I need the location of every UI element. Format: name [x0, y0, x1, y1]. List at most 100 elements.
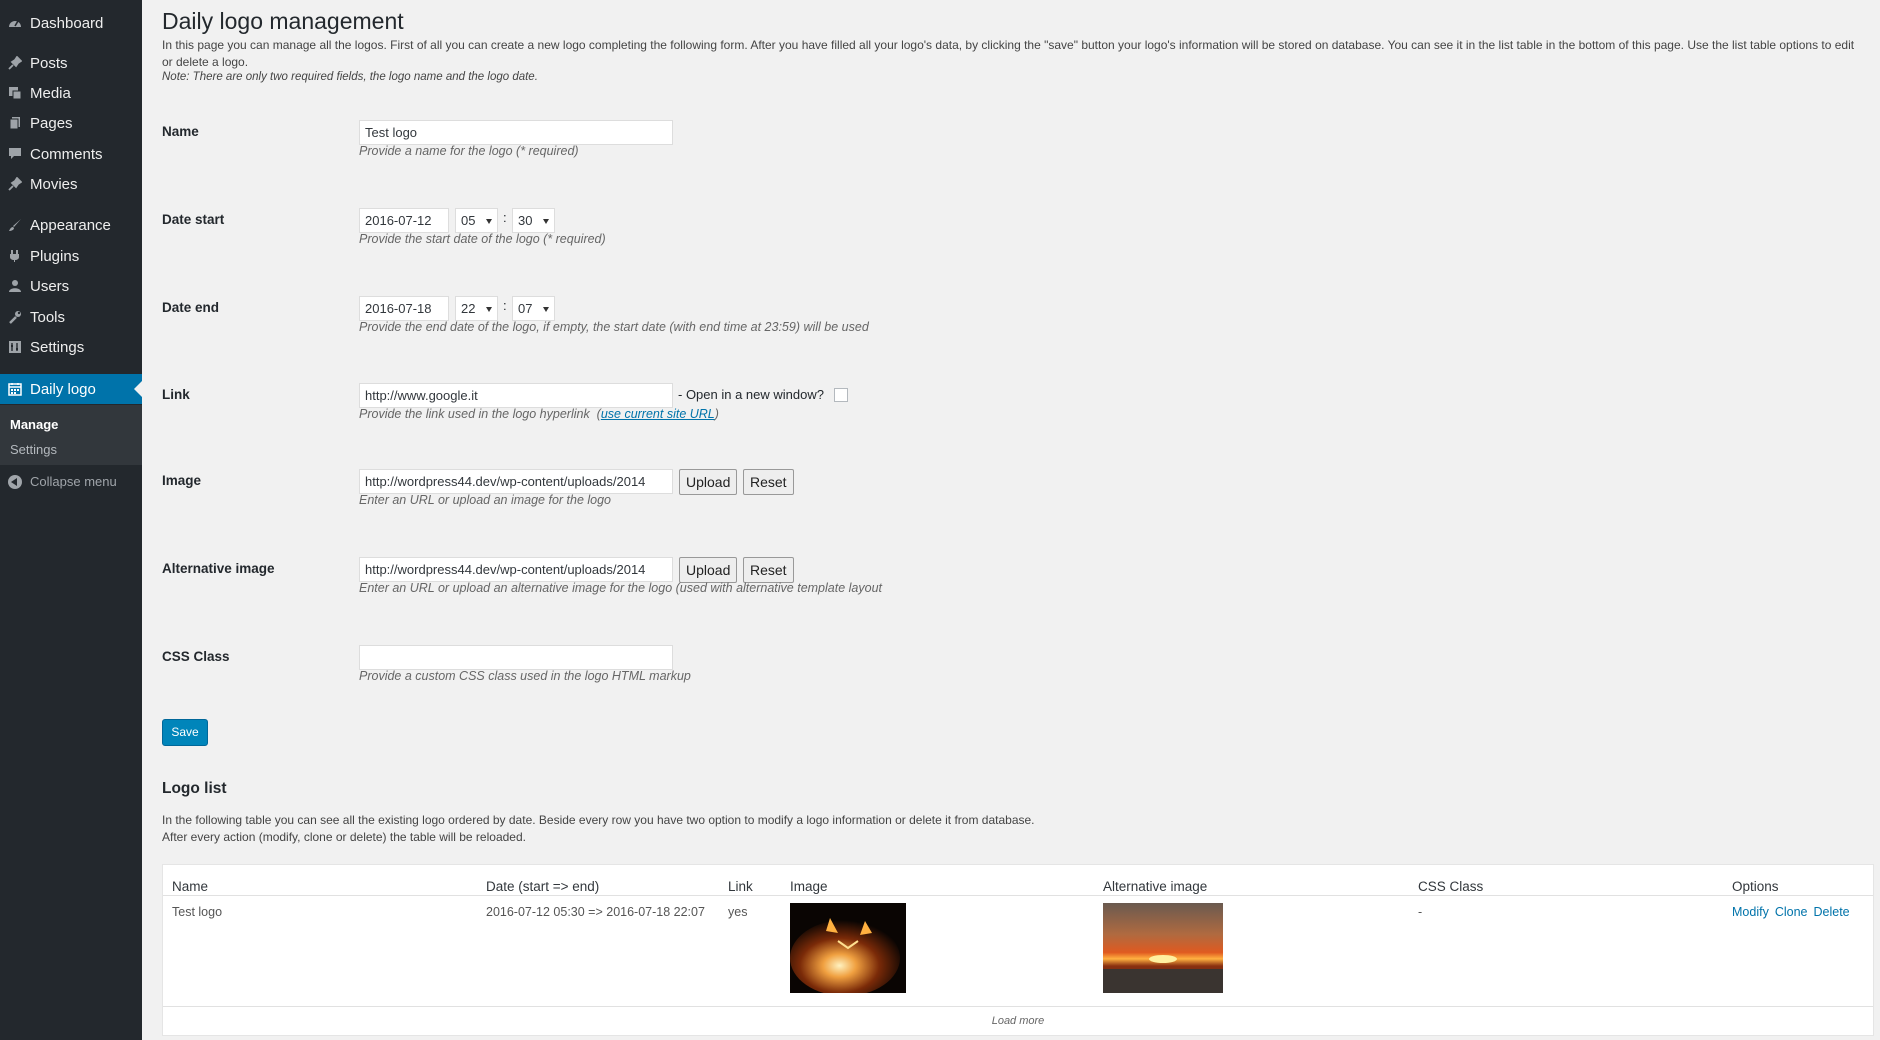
- sidebar-item-label: Plugins: [30, 247, 80, 265]
- date-end-minute-select[interactable]: 07: [512, 296, 555, 321]
- sidebar-item-media[interactable]: Media: [0, 78, 142, 108]
- sidebar-item-users[interactable]: Users: [0, 271, 142, 301]
- image-label: Image: [162, 473, 202, 488]
- form-row-date-end: Date end 2016-07-18 22 : 07 Provide the …: [162, 296, 1862, 356]
- image-upload-button[interactable]: Upload: [679, 469, 738, 495]
- pin-icon: [0, 56, 30, 70]
- sidebar-item-label: Pages: [30, 114, 73, 132]
- pin-icon: [0, 177, 30, 191]
- date-end-hour-select[interactable]: 22: [455, 296, 498, 321]
- footer-divider: [163, 1006, 1873, 1007]
- submenu-item-manage[interactable]: Manage: [10, 417, 58, 432]
- image-reset-button[interactable]: Reset: [743, 469, 794, 495]
- sidebar-item-movies[interactable]: Movies: [0, 169, 142, 199]
- css-class-description: Provide a custom CSS class used in the l…: [359, 669, 691, 683]
- wrench-icon: [0, 310, 30, 324]
- sidebar-item-label: Users: [30, 277, 70, 295]
- new-window-checkbox[interactable]: [834, 388, 848, 402]
- brush-icon: [0, 218, 30, 232]
- calendar-icon: [0, 382, 30, 396]
- logo-list-description: In the following table you can see all t…: [162, 812, 1035, 846]
- users-icon: [0, 279, 30, 293]
- alt-image-reset-button[interactable]: Reset: [743, 557, 794, 583]
- sidebar-item-daily-logo[interactable]: Daily logo: [0, 374, 142, 404]
- sidebar-item-dashboard[interactable]: Dashboard: [0, 8, 142, 38]
- form-row-link: Link http://www.google.it - Open in a ne…: [162, 383, 1862, 443]
- sidebar-item-label: Media: [30, 84, 71, 102]
- sidebar-item-appearance[interactable]: Appearance: [0, 210, 142, 240]
- date-start-hour-select[interactable]: 05: [455, 208, 498, 233]
- date-end-label: Date end: [162, 300, 220, 315]
- sidebar-item-label: Posts: [30, 54, 68, 72]
- column-header-css-class: CSS Class: [1418, 879, 1484, 894]
- submenu-item-settings[interactable]: Settings: [10, 442, 57, 457]
- row-name: Test logo: [172, 905, 223, 919]
- plugin-icon: [0, 249, 30, 263]
- sidebar-item-tools[interactable]: Tools: [0, 302, 142, 332]
- date-start-input[interactable]: 2016-07-12: [359, 208, 449, 233]
- sidebar-item-label: Dashboard: [30, 14, 104, 32]
- admin-sidebar: Dashboard Posts Media Pages Comments Mov…: [0, 0, 142, 1040]
- sidebar-item-posts[interactable]: Posts: [0, 48, 142, 78]
- date-end-input[interactable]: 2016-07-18: [359, 296, 449, 321]
- logo-list-title: Logo list: [162, 780, 227, 797]
- date-start-minute-select[interactable]: 30: [512, 208, 555, 233]
- column-header-name: Name: [172, 879, 209, 894]
- row-options: Modify Clone Delete: [1732, 905, 1856, 919]
- save-button[interactable]: Save: [162, 719, 208, 746]
- logo-list-description-line2: After every action (modify, clone or del…: [162, 830, 526, 844]
- column-header-image: Image: [790, 879, 828, 894]
- sidebar-item-label: Daily logo: [30, 380, 96, 398]
- css-class-input[interactable]: [359, 645, 673, 670]
- form-row-date-start: Date start 2016-07-12 05 : 30 Provide th…: [162, 208, 1862, 268]
- form-row-name: Name Test logo Provide a name for the lo…: [162, 120, 1862, 180]
- time-separator: :: [503, 210, 507, 225]
- date-start-description: Provide the start date of the logo (* re…: [359, 232, 606, 246]
- sidebar-item-settings[interactable]: Settings: [0, 332, 142, 362]
- alt-image-upload-button[interactable]: Upload: [679, 557, 738, 583]
- column-header-options: Options: [1732, 879, 1779, 894]
- date-end-description: Provide the end date of the logo, if emp…: [359, 320, 869, 334]
- delete-link[interactable]: Delete: [1814, 905, 1850, 919]
- row-css-class: -: [1418, 905, 1423, 919]
- column-header-alt-image: Alternative image: [1103, 879, 1208, 894]
- sidebar-item-label: Tools: [30, 308, 66, 326]
- logo-list-description-line1: In the following table you can see all t…: [162, 813, 1035, 827]
- time-separator: :: [503, 298, 507, 313]
- new-window-label: - Open in a new window?: [678, 387, 824, 402]
- sidebar-item-label: Comments: [30, 145, 103, 163]
- collapse-icon: [8, 474, 22, 489]
- image-description: Enter an URL or upload an image for the …: [359, 493, 612, 507]
- collapse-menu-button[interactable]: Collapse menu: [8, 474, 117, 489]
- link-description: Provide the link used in the logo hyperl…: [359, 407, 719, 421]
- sidebar-item-label: Movies: [30, 175, 78, 193]
- use-current-url-link[interactable]: use current site URL: [601, 407, 715, 421]
- alt-image-description: Enter an URL or upload an alternative im…: [359, 581, 882, 595]
- dashboard-icon: [0, 16, 30, 30]
- row-image-thumbnail: [790, 903, 906, 993]
- sidebar-item-pages[interactable]: Pages: [0, 108, 142, 138]
- link-description-text: Provide the link used in the logo hyperl…: [359, 407, 590, 421]
- page-intro: In this page you can manage all the logo…: [162, 38, 1855, 69]
- media-icon: [0, 86, 30, 100]
- collapse-menu-label: Collapse menu: [30, 474, 117, 489]
- load-more-button[interactable]: Load more: [163, 1015, 1873, 1027]
- modify-link[interactable]: Modify: [1732, 905, 1769, 919]
- comments-icon: [0, 147, 30, 161]
- alt-image-url-input[interactable]: http://wordpress44.dev/wp-content/upload…: [359, 557, 673, 582]
- link-input[interactable]: http://www.google.it: [359, 383, 673, 408]
- alt-image-label: Alternative image: [162, 561, 275, 576]
- image-url-input[interactable]: http://wordpress44.dev/wp-content/upload…: [359, 469, 673, 494]
- sidebar-item-label: Appearance: [30, 216, 111, 234]
- form-row-image: Image http://wordpress44.dev/wp-content/…: [162, 469, 1862, 529]
- settings-icon: [0, 340, 30, 354]
- daily-logo-submenu: Manage Settings: [0, 405, 142, 465]
- link-label: Link: [162, 387, 190, 402]
- sidebar-item-plugins[interactable]: Plugins: [0, 241, 142, 271]
- name-input[interactable]: Test logo: [359, 120, 673, 145]
- css-class-label: CSS Class: [162, 649, 230, 664]
- column-header-link: Link: [728, 879, 753, 894]
- clone-link[interactable]: Clone: [1775, 905, 1808, 919]
- sidebar-item-comments[interactable]: Comments: [0, 139, 142, 169]
- pages-icon: [0, 116, 30, 130]
